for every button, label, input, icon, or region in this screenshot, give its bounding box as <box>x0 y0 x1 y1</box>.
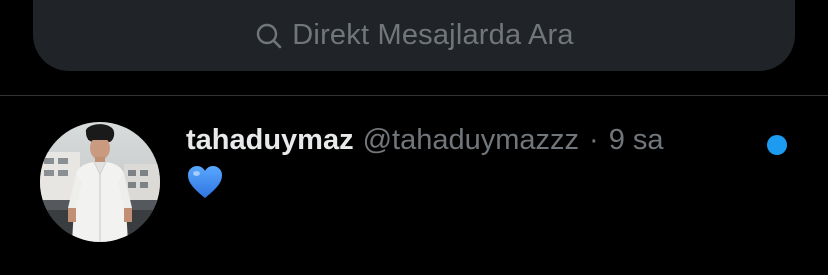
last-message-preview <box>186 164 224 205</box>
search-bar[interactable]: Direkt Mesajlarda Ara <box>33 0 795 71</box>
conversation-item[interactable]: tahaduymaz @tahaduymazzz · 9 sa <box>0 96 828 275</box>
conversation-header: tahaduymaz @tahaduymazzz · 9 sa <box>186 124 664 160</box>
timestamp: 9 sa <box>608 124 664 156</box>
display-name: tahaduymaz <box>186 124 354 156</box>
search-placeholder: Direkt Mesajlarda Ara <box>292 19 574 51</box>
unread-indicator <box>767 135 787 155</box>
user-handle: @tahaduymazzz <box>362 124 580 156</box>
search-icon <box>254 21 284 51</box>
avatar[interactable] <box>40 122 160 242</box>
separator-dot: · <box>589 124 599 156</box>
blue-heart-icon <box>186 164 224 205</box>
